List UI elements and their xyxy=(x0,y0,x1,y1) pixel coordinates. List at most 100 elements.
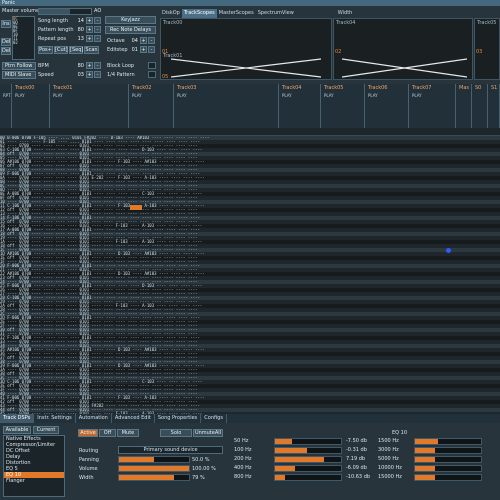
speed-label: Speed xyxy=(38,72,54,78)
eq-band-slider[interactable] xyxy=(414,447,482,454)
tab-automation[interactable]: Automation xyxy=(76,414,112,423)
ins-button[interactable]: Ins xyxy=(1,20,11,28)
row-label: RPT xyxy=(3,93,11,98)
speed-up[interactable]: + xyxy=(86,71,93,78)
track-header[interactable]: Track00 PLAY xyxy=(12,84,50,128)
block-loop-label: Block Loop xyxy=(107,63,135,69)
tab-instr-settings[interactable]: Instr. Settings xyxy=(34,414,76,423)
eq-band-freq: 15000 Hz xyxy=(378,474,402,480)
track-header[interactable]: Track06 PLAY xyxy=(365,84,409,128)
volume-slider[interactable] xyxy=(118,465,190,472)
tab-masterscopes[interactable]: MasterScopes xyxy=(217,9,256,18)
editstep-down[interactable]: - xyxy=(148,46,155,53)
tab-trackscopes[interactable]: TrackScopes xyxy=(181,9,217,18)
repeat-pos-value[interactable]: 13 xyxy=(72,36,84,42)
effects-list[interactable]: Native Effects Compressor/Limiter DC Off… xyxy=(3,435,65,497)
track-header[interactable]: Track04 PLAY xyxy=(279,84,321,128)
available-tab[interactable]: Available xyxy=(3,426,31,434)
eq-band-gain: 7.19 db xyxy=(346,456,366,462)
pos-plus-button[interactable]: Pos+ xyxy=(38,46,53,54)
list-item[interactable]: Flanger xyxy=(4,478,64,484)
track-header[interactable]: Track07 PLAY xyxy=(409,84,456,128)
play-label: PLAY xyxy=(282,93,292,98)
midi-slave-button[interactable]: MIDI Slave xyxy=(2,71,36,79)
octave-label: Octave xyxy=(107,38,125,44)
eq-band-slider[interactable] xyxy=(414,456,482,463)
off-button[interactable]: Off xyxy=(99,429,116,437)
bpm-value[interactable]: 80 xyxy=(72,63,84,69)
track-name: Track01 xyxy=(53,85,73,91)
active-button[interactable]: Active xyxy=(78,429,98,437)
repeat-pos-up[interactable]: + xyxy=(86,35,93,42)
track-header[interactable]: Track03 PLAY xyxy=(174,84,279,128)
eq-band-slider[interactable] xyxy=(274,465,342,472)
track-header[interactable]: S0 xyxy=(472,84,488,128)
tab-track-dsps[interactable]: Track DSPs xyxy=(0,414,35,423)
song-length-down[interactable]: - xyxy=(94,17,101,24)
eq-band-freq: 800 Hz xyxy=(234,474,252,480)
octave-down[interactable]: - xyxy=(148,37,155,44)
speed-down[interactable]: - xyxy=(94,71,101,78)
octave-value[interactable]: 04 xyxy=(128,38,138,44)
mute-button[interactable]: Mute xyxy=(117,429,139,437)
ptrn-follow-button[interactable]: Ptrn Follow xyxy=(2,62,36,70)
bpm-up[interactable]: + xyxy=(86,62,93,69)
keyjazz-button[interactable]: Keyjazz xyxy=(105,16,156,24)
scan-button[interactable]: Scan xyxy=(84,46,99,54)
order-list[interactable]: 0C 0D 0E 0F 10 11 02 xyxy=(12,16,35,60)
song-length-value[interactable]: 14 xyxy=(72,18,84,24)
speed-value[interactable]: 03 xyxy=(72,72,84,78)
pattern-length-value[interactable]: 80 xyxy=(72,27,84,33)
width-slider[interactable] xyxy=(118,474,190,481)
song-length-label: Song length xyxy=(38,18,69,24)
track-name: Track04 xyxy=(282,85,302,91)
pattern-editor[interactable]: RPT Track00 PLAY Track01 PLAY Track02 PLAY … xyxy=(0,84,500,414)
solo-button[interactable]: Solo xyxy=(160,429,192,437)
routing-select[interactable]: Primary sound device xyxy=(118,446,223,454)
repeat-pos-down[interactable]: - xyxy=(94,35,101,42)
pattern-length-up[interactable]: + xyxy=(86,26,93,33)
bpm-down[interactable]: - xyxy=(94,62,101,69)
order-item[interactable]: 02 xyxy=(13,41,34,45)
track-header[interactable]: Track01 PLAY xyxy=(50,84,129,128)
eq-band-slider[interactable] xyxy=(414,465,482,472)
octave-up[interactable]: + xyxy=(140,37,147,44)
eq-band-slider[interactable] xyxy=(274,447,342,454)
editstep-up[interactable]: + xyxy=(140,46,147,53)
panning-slider[interactable] xyxy=(118,456,190,463)
tab-diskop[interactable]: DiskOp xyxy=(160,9,182,18)
current-tab[interactable]: Current xyxy=(33,426,59,434)
del-button[interactable]: Del xyxy=(1,38,11,46)
tab-configs[interactable]: Configs xyxy=(201,414,227,423)
eq-band-slider[interactable] xyxy=(274,456,342,463)
pattern-length-down[interactable]: - xyxy=(94,26,101,33)
eq-band-slider[interactable] xyxy=(274,474,342,481)
header-panel: Master volume AO Keyjazz Rec Note Delays… xyxy=(0,6,500,84)
rec-note-delays-button[interactable]: Rec Note Delays xyxy=(105,26,156,34)
tab-advanced-edit[interactable]: Advanced Edit xyxy=(112,414,155,423)
tab-spectrumview[interactable]: SpectrumView xyxy=(256,9,296,18)
pattern-checkbox[interactable] xyxy=(148,71,156,78)
track-name: Track05 xyxy=(324,85,344,91)
seq-button[interactable]: [Seq] xyxy=(69,46,83,54)
play-label: PLAY xyxy=(15,93,25,98)
editstep-label: Editstep xyxy=(107,47,128,53)
eq-band-slider[interactable] xyxy=(274,438,342,445)
track-name: Track06 xyxy=(368,85,388,91)
pattern-rows[interactable]: 00 B-006 0700 F-105 ---- .... 0101 F#202… xyxy=(0,136,500,414)
song-length-up[interactable]: + xyxy=(86,17,93,24)
eq-band-slider[interactable] xyxy=(414,438,482,445)
track-header[interactable]: Track02 PLAY xyxy=(129,84,174,128)
unmute-all-button[interactable]: UnmuteAll xyxy=(193,429,223,437)
track-header[interactable]: S1 xyxy=(488,84,500,128)
editstep-value[interactable]: 01 xyxy=(128,47,138,53)
del-button-2[interactable]: Del xyxy=(1,47,11,55)
tab-song-properties[interactable]: Song Properties xyxy=(155,414,202,423)
cut-button[interactable]: [Cut] xyxy=(54,46,68,54)
master-volume-slider[interactable] xyxy=(38,8,92,15)
block-loop-checkbox[interactable] xyxy=(148,62,156,69)
edit-cursor xyxy=(130,205,142,210)
track-header[interactable]: Mas xyxy=(456,84,472,128)
track-header[interactable]: Track05 PLAY xyxy=(321,84,365,128)
eq-band-slider[interactable] xyxy=(414,474,482,481)
